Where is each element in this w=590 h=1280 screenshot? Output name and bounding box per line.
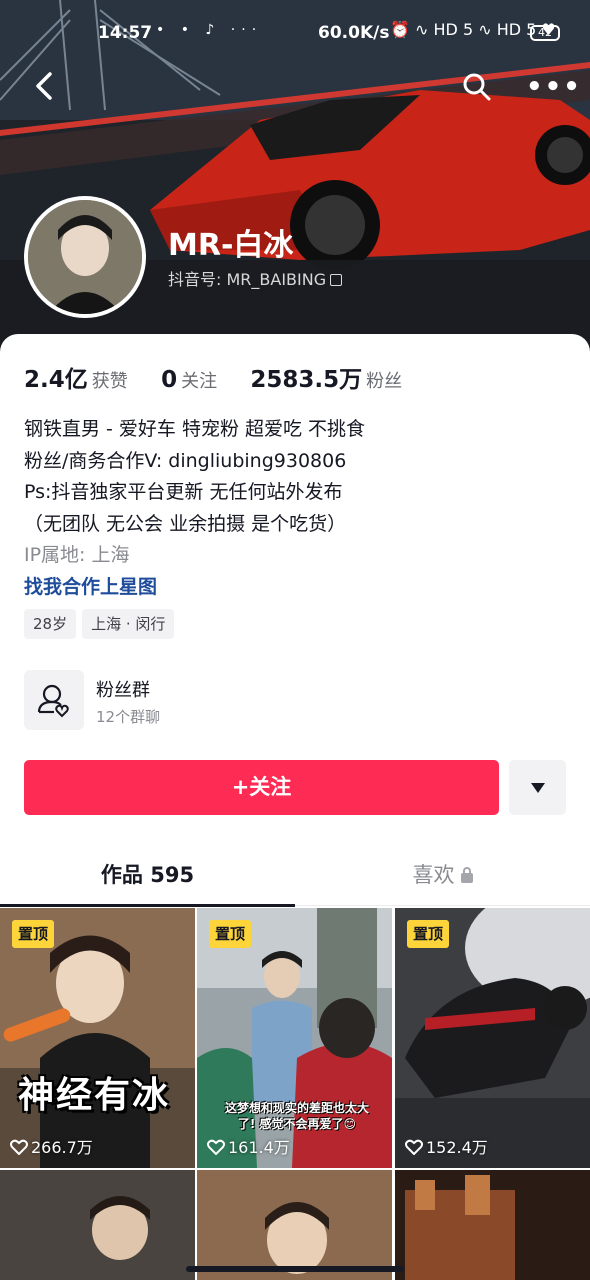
video-likes-count: 161.4万 <box>228 1138 290 1157</box>
stat-following[interactable]: 0 关注 <box>161 367 217 393</box>
video-subtitle: 这梦想和现实的差距也太大了! 感觉不会再爱了😊 <box>224 1101 369 1131</box>
caret-down-icon <box>531 783 545 793</box>
tab-works-label: 作品 595 <box>100 863 195 887</box>
heart-icon <box>207 1139 225 1155</box>
avatar[interactable] <box>24 196 146 318</box>
profile-page: 14:57 • • ♪ ··· 60.0K/s ⏰ ∿ HD 5 ∿ HD 5 … <box>0 0 590 1280</box>
profile-name: MR-白冰 <box>168 228 294 263</box>
stat-followers-label: 粉丝 <box>366 371 403 392</box>
video-likes: 161.4万 <box>207 1134 290 1158</box>
video-tile[interactable]: 置顶 152.4万 <box>395 908 590 1168</box>
stat-likes-number: 2.4亿 <box>24 367 88 393</box>
stat-following-label: 关注 <box>181 371 218 392</box>
status-notification-icons: • • ♪ ··· <box>156 22 263 38</box>
heart-icon <box>405 1139 423 1155</box>
status-time: 14:57 <box>98 23 153 43</box>
stat-followers[interactable]: 2583.5万 粉丝 <box>250 360 402 394</box>
profile-card: 2.4亿 获赞 0 关注 2583.5万 粉丝 钢铁直男 - 爱好车 特宠粉 超爱吃 … <box>0 334 590 1280</box>
heart-icon <box>10 1139 28 1155</box>
bio-line: Ps:抖音独家平台更新 无任何站外发布 <box>24 481 343 503</box>
group-chat-icon <box>37 684 69 718</box>
home-indicator <box>186 1266 404 1272</box>
tag-location: 上海 · 闵行 <box>82 609 175 639</box>
fans-group-subtitle: 12个群聊 <box>96 708 161 726</box>
more-button[interactable]: ••• <box>526 72 582 102</box>
stat-likes-label: 获赞 <box>91 371 128 392</box>
avatar-image <box>28 200 142 314</box>
status-network-speed: 60.0K/s <box>318 23 390 43</box>
chevron-left-icon <box>36 72 52 100</box>
video-likes-count: 266.7万 <box>31 1138 93 1157</box>
video-tile[interactable] <box>0 1170 195 1280</box>
ip-location: IP属地: 上海 <box>24 544 130 566</box>
video-tile[interactable] <box>395 1170 590 1280</box>
video-likes: 152.4万 <box>405 1134 488 1158</box>
video-caption: 神经有冰 <box>18 1075 171 1116</box>
copy-icon[interactable] <box>330 274 343 286</box>
video-likes: 266.7万 <box>10 1134 93 1158</box>
follow-button[interactable]: +关注 <box>24 760 499 815</box>
pinned-badge: 置顶 <box>12 920 55 948</box>
stat-following-number: 0 <box>161 367 178 393</box>
back-button[interactable] <box>32 68 68 108</box>
bio: 钢铁直男 - 爱好车 特宠粉 超爱吃 不挑食 粉丝/商务合作V: dingliu… <box>24 414 365 540</box>
stat-followers-number: 2583.5万 <box>250 367 363 393</box>
fans-group-icon-box <box>24 670 84 730</box>
tab-works[interactable]: 作品 595 <box>0 842 295 907</box>
video-likes-count: 152.4万 <box>426 1138 488 1157</box>
profile-stats: 2.4亿 获赞 0 关注 2583.5万 粉丝 <box>24 360 428 394</box>
content-tabs: 作品 595 喜欢 <box>0 842 590 907</box>
xingtu-link[interactable]: 找我合作上星图 <box>24 572 157 599</box>
battery-icon: 42 <box>530 25 560 41</box>
fans-group-title: 粉丝群 <box>96 680 150 701</box>
lock-icon <box>460 867 473 883</box>
status-bar: 14:57 • • ♪ ··· 60.0K/s ⏰ ∿ HD 5 ∿ HD 5 … <box>0 20 590 48</box>
tab-likes-label: 喜欢 <box>412 863 455 887</box>
video-tile[interactable] <box>197 1170 392 1280</box>
video-tile[interactable]: 置顶 这梦想和现实的差距也太大了! 感觉不会再爱了😊 161.4万 <box>197 908 392 1168</box>
pinned-badge: 置顶 <box>407 920 450 948</box>
search-icon <box>463 73 491 101</box>
tag-age: 28岁 <box>24 609 77 639</box>
fans-group-entry[interactable]: 粉丝群 12个群聊 <box>24 670 324 730</box>
douyin-id-text: 抖音号: MR_BAIBING <box>168 270 327 289</box>
bio-line: 钢铁直男 - 爱好车 特宠粉 超爱吃 不挑食 <box>24 418 366 440</box>
video-thumbnail <box>0 1170 195 1280</box>
pinned-badge: 置顶 <box>209 920 252 948</box>
stat-likes[interactable]: 2.4亿 获赞 <box>24 360 128 394</box>
video-thumbnail <box>197 1170 392 1280</box>
follow-options-button[interactable] <box>509 760 566 815</box>
video-tile[interactable]: 置顶 神经有冰 266.7万 <box>0 908 195 1168</box>
profile-tags: 28岁 上海 · 闵行 <box>24 609 180 639</box>
search-button[interactable] <box>462 72 492 102</box>
tab-likes[interactable]: 喜欢 <box>295 842 590 906</box>
douyin-id[interactable]: 抖音号: MR_BAIBING <box>168 266 343 290</box>
profile-banner: 14:57 • • ♪ ··· 60.0K/s ⏰ ∿ HD 5 ∿ HD 5 … <box>0 0 590 360</box>
bio-line: （无团队 无公会 业余拍摄 是个吃货） <box>24 512 347 535</box>
video-thumbnail <box>395 1170 590 1280</box>
bio-line: 粉丝/商务合作V: dingliubing930806 <box>24 449 347 472</box>
